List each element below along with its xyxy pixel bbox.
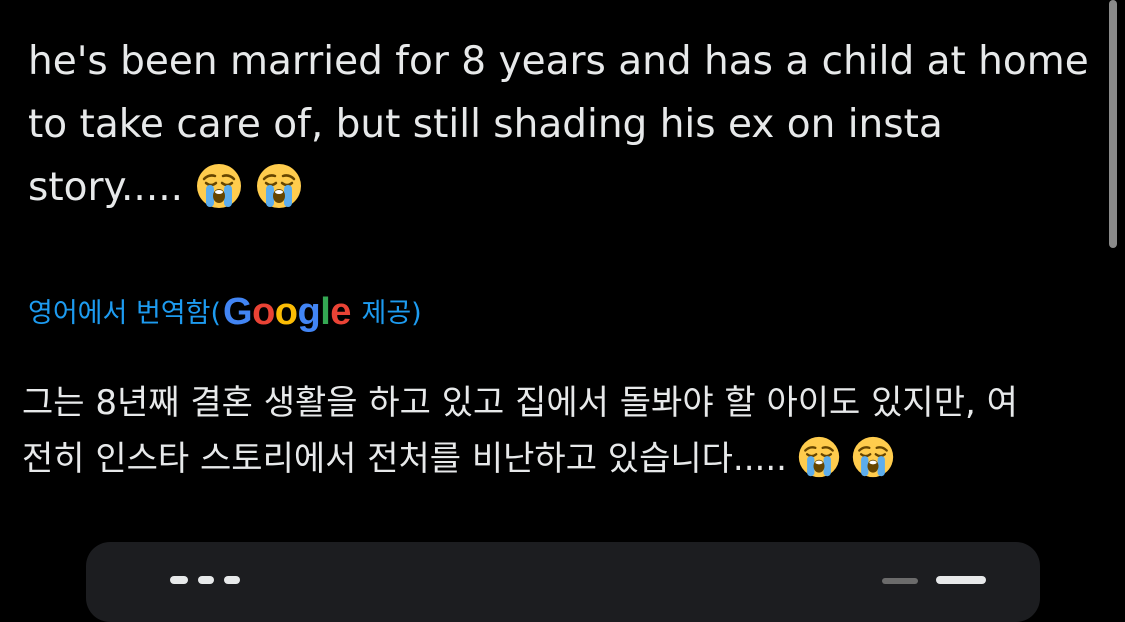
translate-suffix: 제공) bbox=[352, 298, 422, 329]
translate-prefix: 영어에서 번역함( bbox=[28, 298, 221, 329]
post-text-line: he's been married for 8 years and has a … bbox=[28, 39, 1089, 84]
translated-text-line: 그는 8년째 결혼 생활을 하고 있고 집에서 돌봐야 할 아이도 있지만, 여 bbox=[22, 383, 1018, 423]
loudly-crying-face-icon bbox=[797, 435, 841, 479]
embedded-media-card[interactable] bbox=[86, 542, 1040, 622]
post-text: he's been married for 8 years and has a … bbox=[28, 30, 1098, 219]
scrollbar[interactable] bbox=[1109, 0, 1117, 248]
google-logo: Google bbox=[223, 291, 351, 333]
loudly-crying-face-icon bbox=[851, 435, 895, 479]
translated-text: 그는 8년째 결혼 생활을 하고 있고 집에서 돌봐야 할 아이도 있지만, 여… bbox=[22, 375, 1102, 487]
card-content-fragment bbox=[882, 578, 918, 584]
translate-attribution[interactable]: 영어에서 번역함(Google 제공) bbox=[28, 290, 422, 336]
loudly-crying-face-icon bbox=[195, 162, 243, 210]
post-text-line-content: story..... bbox=[28, 165, 184, 210]
card-content-fragment bbox=[198, 576, 214, 584]
post-text-line: story..... bbox=[28, 156, 1098, 219]
card-content-fragment bbox=[224, 576, 240, 584]
loudly-crying-face-icon bbox=[255, 162, 303, 210]
translated-text-line: 전히 인스타 스토리에서 전처를 비난하고 있습니다..... bbox=[22, 431, 1102, 487]
post-text-line: to take care of, but still shading his e… bbox=[28, 102, 943, 147]
card-content-fragment bbox=[170, 576, 188, 584]
translated-text-line-content: 전히 인스타 스토리에서 전처를 비난하고 있습니다..... bbox=[22, 439, 787, 479]
card-content-fragment bbox=[936, 576, 986, 584]
